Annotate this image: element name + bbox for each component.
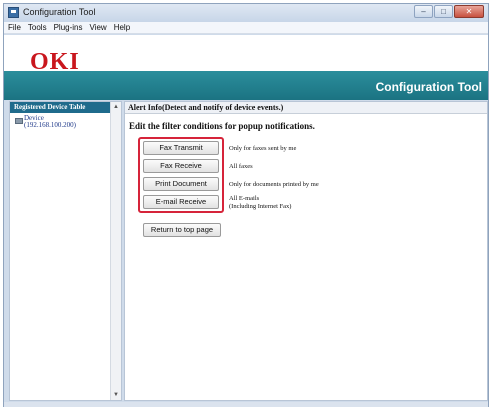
minimize-button[interactable]: – bbox=[414, 5, 433, 18]
app-window: Configuration Tool – □ ✕ File Tools Plug… bbox=[3, 3, 489, 407]
header-banner: OKI Configuration Tool bbox=[4, 35, 488, 100]
fax-receive-button[interactable]: Fax Receive bbox=[143, 159, 219, 173]
close-button[interactable]: ✕ bbox=[454, 5, 484, 18]
menu-bar: File Tools Plug-ins View Help bbox=[4, 22, 488, 34]
printer-icon bbox=[15, 118, 23, 124]
title-bar[interactable]: Configuration Tool – □ ✕ bbox=[4, 4, 488, 22]
maximize-button[interactable]: □ bbox=[434, 5, 453, 18]
scroll-down-icon[interactable]: ▼ bbox=[111, 392, 121, 398]
window-title: Configuration Tool bbox=[23, 7, 96, 17]
device-address[interactable]: (192.168.100.200) bbox=[24, 121, 76, 129]
section-title: Alert Info(Detect and notify of device e… bbox=[125, 102, 487, 114]
email-receive-button[interactable]: E-mail Receive bbox=[143, 195, 219, 209]
menu-plugins[interactable]: Plug-ins bbox=[54, 22, 83, 33]
email-receive-description-note: (Including Internet Fax) bbox=[229, 203, 292, 210]
fax-transmit-description: Only for faxes sent by me bbox=[229, 145, 297, 152]
device-table-header: Registered Device Table bbox=[10, 102, 110, 113]
menu-file[interactable]: File bbox=[8, 22, 21, 33]
banner-title: Configuration Tool bbox=[375, 80, 482, 94]
menu-view[interactable]: View bbox=[89, 22, 106, 33]
scroll-up-icon[interactable]: ▲ bbox=[111, 104, 121, 110]
email-receive-description: All E-mails bbox=[229, 195, 260, 202]
app-icon bbox=[8, 7, 19, 18]
menu-tools[interactable]: Tools bbox=[28, 22, 47, 33]
fax-transmit-button[interactable]: Fax Transmit bbox=[143, 141, 219, 155]
main-content: Alert Info(Detect and notify of device e… bbox=[124, 101, 488, 401]
status-bar bbox=[4, 402, 488, 407]
menu-help[interactable]: Help bbox=[114, 22, 130, 33]
window-controls: – □ ✕ bbox=[414, 5, 484, 18]
device-table-pane: Registered Device Table Device (192.168.… bbox=[9, 101, 122, 401]
instruction-text: Edit the filter conditions for popup not… bbox=[129, 121, 315, 131]
print-document-button[interactable]: Print Document bbox=[143, 177, 219, 191]
sidebar-scrollbar[interactable]: ▲ ▼ bbox=[110, 102, 121, 400]
fax-receive-description: All faxes bbox=[229, 163, 253, 170]
return-to-top-button[interactable]: Return to top page bbox=[143, 223, 221, 237]
print-document-description: Only for documents printed by me bbox=[229, 181, 319, 188]
